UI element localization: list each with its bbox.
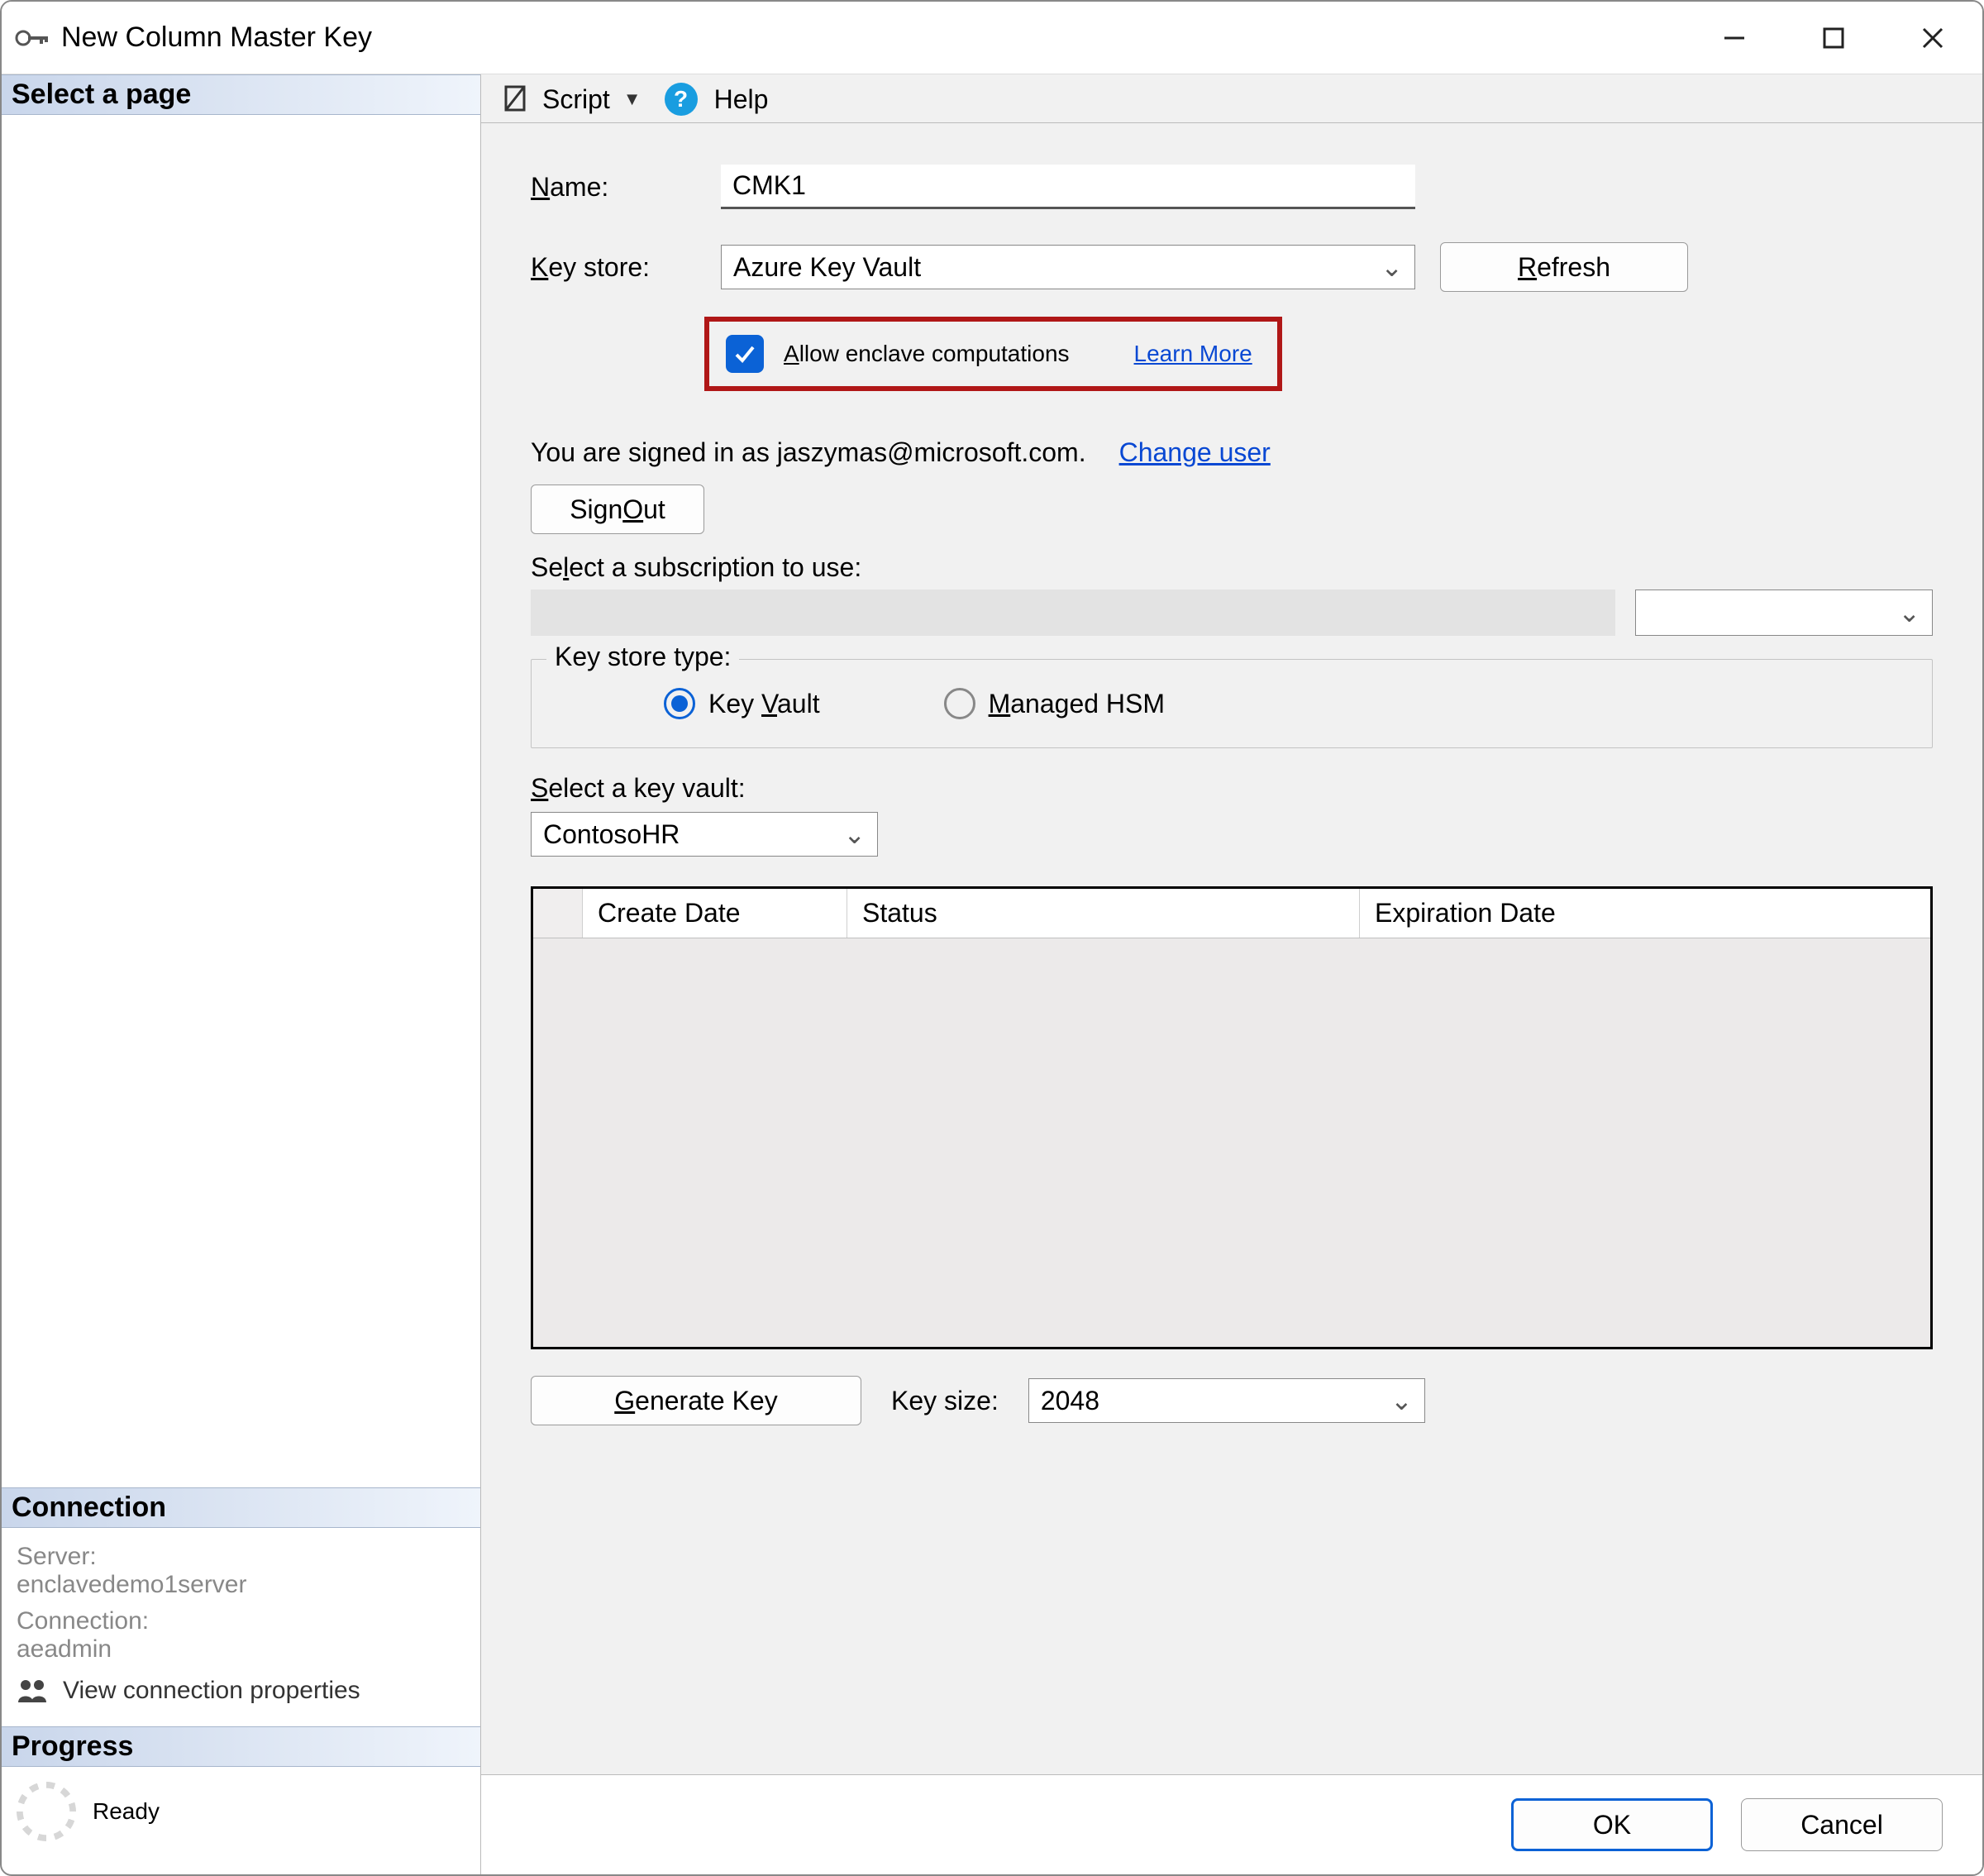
radio-unselected-icon xyxy=(944,688,975,719)
select-page-header: Select a page xyxy=(2,74,480,115)
sidebar: Select a page Connection Server: enclave… xyxy=(2,74,481,1874)
radio-managed-hsm-label: Managed HSM xyxy=(989,689,1165,719)
help-icon: ? xyxy=(665,83,698,116)
keyvault-select[interactable]: ContosoHR ⌄ xyxy=(531,812,878,857)
col-status[interactable]: Status xyxy=(847,889,1360,938)
keystore-type-legend: Key store type: xyxy=(546,642,739,672)
name-input[interactable] xyxy=(721,165,1415,209)
chevron-down-icon: ⌄ xyxy=(843,819,866,850)
main-panel: Script ▼ ? Help Name: Key store: Azure K… xyxy=(481,74,1982,1874)
name-label: Name: xyxy=(531,172,721,203)
change-user-link[interactable]: Change user xyxy=(1119,437,1271,468)
view-connection-properties[interactable]: View connection properties xyxy=(17,1677,465,1705)
titlebar: New Column Master Key xyxy=(2,2,1982,74)
help-button[interactable]: Help xyxy=(714,84,769,115)
radio-key-vault-label: Key Vault xyxy=(708,689,820,719)
allow-enclave-label: Allow enclave computations xyxy=(784,341,1070,367)
subscription-select[interactable]: ⌄ xyxy=(1635,590,1933,636)
keysize-value: 2048 xyxy=(1041,1386,1099,1416)
radio-selected-icon xyxy=(664,688,695,719)
toolbar: Script ▼ ? Help xyxy=(481,74,1982,123)
chevron-down-icon: ⌄ xyxy=(1390,1385,1413,1416)
refresh-button[interactable]: Refresh xyxy=(1440,242,1688,292)
subscription-label: Select a subscription to use: xyxy=(531,552,1933,583)
connection-info: Server: enclavedemo1server Connection: a… xyxy=(2,1528,480,1726)
connection-label: Connection: xyxy=(17,1607,465,1635)
allow-enclave-checkbox[interactable] xyxy=(726,335,764,373)
close-button[interactable] xyxy=(1883,2,1982,74)
keyvault-value: ContosoHR xyxy=(543,819,680,850)
enclave-highlight: Allow enclave computations Learn More xyxy=(704,317,1282,391)
key-icon xyxy=(15,27,50,49)
col-expiration-date[interactable]: Expiration Date xyxy=(1360,889,1930,938)
subscription-bar xyxy=(531,590,1615,636)
page-list xyxy=(2,115,480,1487)
keys-table: Create Date Status Expiration Date xyxy=(531,886,1933,1349)
script-button[interactable]: Script xyxy=(542,84,610,115)
server-label: Server: xyxy=(17,1543,465,1571)
connection-header: Connection xyxy=(2,1487,480,1528)
keystore-value: Azure Key Vault xyxy=(733,252,921,283)
generate-key-button[interactable]: Generate Key xyxy=(531,1376,861,1425)
dialog-footer: OK Cancel xyxy=(481,1774,1982,1874)
server-value: enclavedemo1server xyxy=(17,1571,465,1599)
keysize-label: Key size: xyxy=(891,1386,999,1416)
keystore-label: Key store: xyxy=(531,252,721,283)
keysize-select[interactable]: 2048 ⌄ xyxy=(1028,1378,1425,1423)
people-icon xyxy=(17,1678,50,1704)
form: Name: Key store: Azure Key Vault ⌄ Refre… xyxy=(481,123,1982,1442)
minimize-button[interactable] xyxy=(1685,2,1784,74)
sign-out-button[interactable]: Sign Out xyxy=(531,485,704,534)
keystore-select[interactable]: Azure Key Vault ⌄ xyxy=(721,245,1415,289)
col-create-date[interactable]: Create Date xyxy=(583,889,847,938)
script-icon xyxy=(501,84,532,115)
table-header: Create Date Status Expiration Date xyxy=(533,889,1930,938)
radio-key-vault[interactable]: Key Vault xyxy=(664,688,820,719)
ok-button[interactable]: OK xyxy=(1511,1798,1713,1851)
progress-header: Progress xyxy=(2,1726,480,1767)
select-keyvault-label: Select a key vault: xyxy=(531,773,1933,804)
maximize-button[interactable] xyxy=(1784,2,1883,74)
signed-in-text: You are signed in as jaszymas@microsoft.… xyxy=(531,437,1086,468)
progress-body: Ready xyxy=(2,1767,480,1874)
keystore-type-group: Key store type: Key Vault Managed HSM xyxy=(531,659,1933,748)
dialog-window: New Column Master Key Select a page Conn… xyxy=(0,0,1984,1876)
chevron-down-icon: ⌄ xyxy=(1898,597,1920,628)
spinner-icon xyxy=(17,1782,76,1841)
window-title: New Column Master Key xyxy=(61,21,372,54)
progress-status: Ready xyxy=(93,1798,160,1825)
window-buttons xyxy=(1685,2,1982,74)
chevron-down-icon: ⌄ xyxy=(1381,251,1403,283)
cancel-button[interactable]: Cancel xyxy=(1741,1798,1943,1851)
connection-value: aeadmin xyxy=(17,1635,465,1664)
row-selector-header xyxy=(533,889,583,938)
radio-managed-hsm[interactable]: Managed HSM xyxy=(944,688,1165,719)
learn-more-link[interactable]: Learn More xyxy=(1134,341,1252,367)
view-props-label: View connection properties xyxy=(63,1677,360,1705)
script-dropdown-icon[interactable]: ▼ xyxy=(623,88,641,110)
